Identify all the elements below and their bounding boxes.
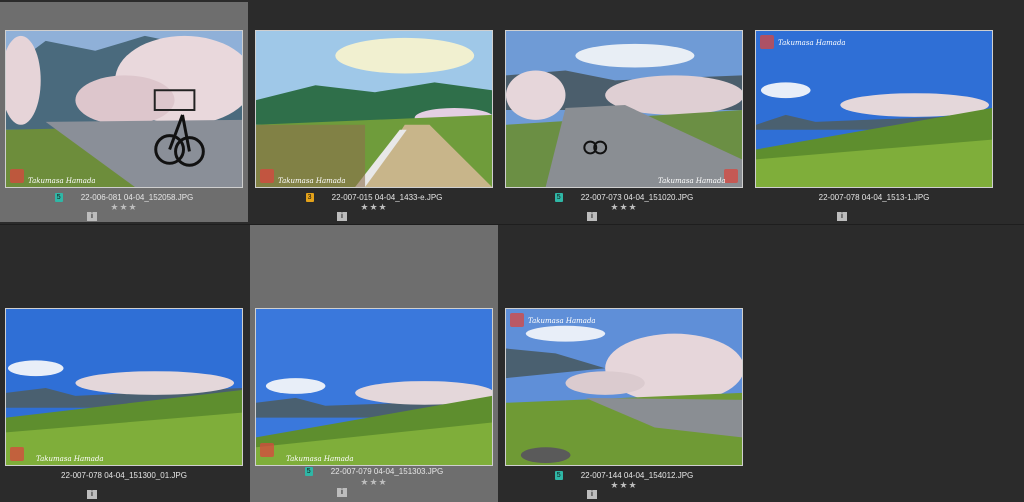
thumbnail-image[interactable]: Takumasa Hamada (755, 30, 993, 188)
photo-road-bicycle (506, 31, 742, 187)
info-icon[interactable]: i (587, 212, 597, 221)
info-icon[interactable]: i (587, 490, 597, 499)
thumbnail-caption: 22-007-078 04-04_151300_01.JPG (0, 470, 248, 482)
filename-label: 22-006-081 04-04_152058.JPG (80, 193, 194, 202)
thumbnail-cell[interactable]: Takumasa Hamada 5 22-006-081 04-04_152058… (0, 2, 248, 222)
thumbnail-cell[interactable]: Takumasa Hamada 22-007-078 04-04_151300_… (0, 280, 248, 500)
photo-cherry-road-grass (506, 309, 742, 465)
watermark-text: Takumasa Hamada (286, 455, 354, 463)
info-icon[interactable]: i (87, 212, 97, 221)
watermark-text: Takumasa Hamada (36, 455, 104, 463)
thumbnail-image[interactable]: Takumasa Hamada (5, 30, 243, 188)
info-icon[interactable]: i (837, 212, 847, 221)
thumbnail-image[interactable]: Takumasa Hamada (5, 308, 243, 466)
seal-stamp (724, 169, 738, 183)
filename-label: 22-007-073 04-04_151020.JPG (580, 193, 694, 202)
seal-stamp (510, 313, 524, 327)
seal-stamp (260, 443, 274, 457)
thumbnail-cell[interactable]: Takumasa Hamada 5 22-007-079 04-04_151303… (250, 225, 498, 502)
filename-label: 22-007-079 04-04_151303.JPG (330, 467, 444, 476)
row-divider (0, 224, 1024, 225)
seal-stamp (260, 169, 274, 183)
watermark-text: Takumasa Hamada (528, 317, 596, 325)
watermark-text: Takumasa Hamada (28, 177, 96, 185)
info-icon[interactable]: i (337, 212, 347, 221)
filename-label: 22-007-144 04-04_154012.JPG (580, 471, 694, 480)
thumbnail-caption: 22-007-078 04-04_1513-1.JPG (750, 192, 998, 204)
watermark-text: Takumasa Hamada (278, 177, 346, 185)
photo-painted-path (256, 31, 492, 187)
photo-embankment-blue-sky (756, 31, 992, 187)
seal-stamp (760, 35, 774, 49)
thumbnail-cell[interactable]: Takumasa Hamada 22-007-078 04-04_1513-1.… (750, 2, 998, 222)
rating-stars[interactable]: ★★★ (0, 202, 248, 212)
info-icon[interactable]: i (337, 488, 347, 497)
seal-stamp (10, 447, 24, 461)
thumbnail-cell[interactable]: Takumasa Hamada 5 22-007-073 04-04_151020… (500, 2, 748, 222)
seal-stamp (10, 169, 24, 183)
photo-embankment-hill-2 (256, 309, 492, 465)
rating-stars[interactable]: ★★★ (500, 480, 748, 490)
thumbnail-image[interactable]: Takumasa Hamada (505, 308, 743, 466)
thumbnail-image[interactable]: Takumasa Hamada (255, 30, 493, 188)
thumbnail-image[interactable]: Takumasa Hamada (255, 308, 493, 466)
thumbnail-cell[interactable]: Takumasa Hamada 3 22-007-015 04-04_1433-e… (250, 2, 498, 222)
thumbnail-image[interactable]: Takumasa Hamada (505, 30, 743, 188)
rating-stars[interactable]: ★★★ (500, 202, 748, 212)
filename-label: 22-007-078 04-04_1513-1.JPG (818, 193, 930, 202)
info-icon[interactable]: i (87, 490, 97, 499)
photo-embankment-hill (6, 309, 242, 465)
rating-stars[interactable]: ★★★ (250, 477, 498, 487)
photo-bicycle-cherry-path (6, 31, 242, 187)
watermark-text: Takumasa Hamada (778, 39, 846, 47)
watermark-text: Takumasa Hamada (658, 177, 726, 185)
thumbnail-cell[interactable]: Takumasa Hamada 5 22-007-144 04-04_154012… (500, 280, 748, 500)
filename-label: 22-007-015 04-04_1433-e.JPG (331, 193, 443, 202)
filename-label: 22-007-078 04-04_151300_01.JPG (61, 471, 187, 480)
rating-stars[interactable]: ★★★ (250, 202, 498, 212)
color-label-badge[interactable]: 5 (304, 467, 313, 477)
